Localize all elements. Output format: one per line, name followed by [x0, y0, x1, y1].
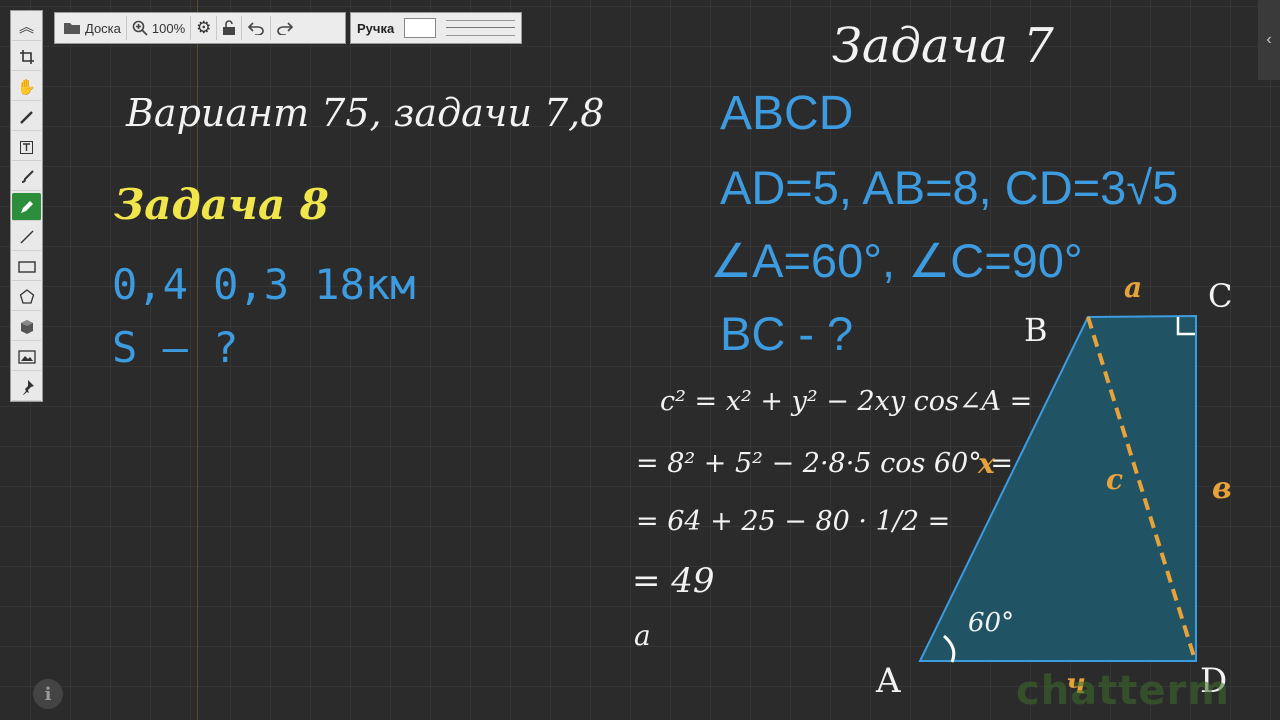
- info-icon: i: [44, 683, 52, 705]
- info-button[interactable]: i: [33, 679, 63, 709]
- side-label-b: в: [1212, 471, 1232, 506]
- trapezoid-shape: [918, 314, 1197, 662]
- trapezoid-figure: [918, 314, 1197, 663]
- vertex-label-b: B: [1024, 311, 1048, 349]
- angle-label: 60°: [968, 608, 1015, 638]
- side-label-c: c: [1106, 463, 1124, 496]
- side-label-a: a: [1124, 271, 1143, 304]
- watermark-logo: chatterm: [1016, 668, 1230, 714]
- vertex-label-a: A: [876, 661, 901, 701]
- vertex-label-c: C: [1208, 277, 1233, 315]
